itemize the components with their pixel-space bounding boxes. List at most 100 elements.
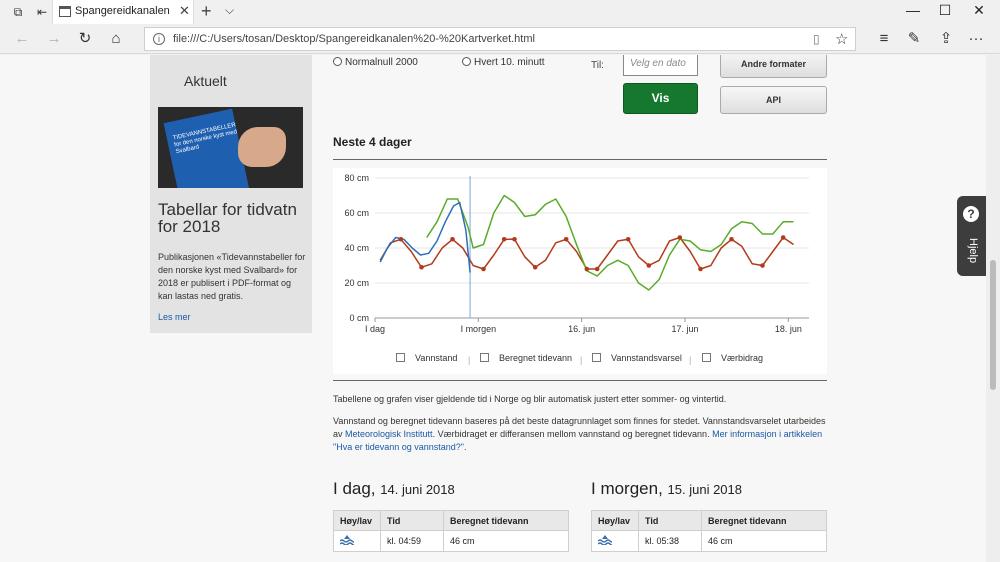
api-button[interactable]: API <box>720 86 827 114</box>
y-tick-label: 40 cm <box>344 243 369 253</box>
forward-icon[interactable]: → <box>44 29 64 49</box>
page-scrollbar[interactable] <box>986 55 1000 562</box>
tide-extreme-point <box>501 236 507 242</box>
y-tick-label: 60 cm <box>344 208 369 218</box>
url-text[interactable]: file:///C:/Users/tosan/Desktop/Spangerei… <box>173 33 535 45</box>
reading-view-icon[interactable]: ▯ <box>813 32 820 46</box>
legend-separator: | <box>468 355 471 365</box>
favorite-star-icon[interactable]: ☆ <box>835 30 848 48</box>
high-tide-cell <box>333 530 381 552</box>
high-tide-icon <box>339 535 356 546</box>
legend-label: Værbidrag <box>721 353 764 363</box>
tab-close-icon[interactable]: ✕ <box>179 3 190 19</box>
x-tick-label: 18. jun <box>775 324 802 334</box>
share-icon[interactable]: ⇪ <box>936 29 956 49</box>
site-info-icon[interactable]: i <box>153 33 165 45</box>
data-basis-text: Vannstand og beregnet tidevann baseres p… <box>333 415 827 454</box>
radio-button[interactable] <box>333 57 342 66</box>
radio-interval[interactable]: Hvert 10. minutt <box>462 57 545 68</box>
to-date-label: Til: <box>591 60 604 71</box>
scrollbar-thumb[interactable] <box>990 260 996 390</box>
radio-label: Normalnull 2000 <box>345 57 418 68</box>
section-title: Neste 4 dager <box>333 135 412 149</box>
tab-dropdown-icon[interactable]: ⌵ <box>225 3 234 18</box>
address-bar[interactable]: i file:///C:/Users/tosan/Desktop/Spanger… <box>144 27 856 51</box>
back-icon[interactable]: ← <box>12 29 32 49</box>
time-cell: kl. 04:59 <box>380 530 444 552</box>
news-text: Publikasjonen «Tidevannstabeller for den… <box>158 252 306 301</box>
home-icon[interactable]: ⌂ <box>106 29 126 49</box>
legend-separator: | <box>580 355 583 365</box>
legend-varsel[interactable]: Vannstandsvarsel <box>592 353 682 363</box>
new-tab-icon[interactable]: + <box>201 1 212 22</box>
met-institute-link[interactable]: Meteorologisk Institutt <box>345 429 433 439</box>
col-tide: Beregnet tidevann <box>701 510 827 531</box>
browser-tab[interactable]: Spangereidkanalen - Ka ✕ <box>52 0 194 24</box>
hub-icon[interactable]: ≡ <box>874 29 894 49</box>
legend-checkbox[interactable] <box>396 353 405 362</box>
y-tick-label: 20 cm <box>344 278 369 288</box>
tide-value-cell: 46 cm <box>443 530 569 552</box>
legend-checkbox[interactable] <box>592 353 601 362</box>
tide-extreme-point <box>646 263 652 268</box>
tide-extreme-point <box>729 236 734 242</box>
x-tick-label: 16. jun <box>568 324 595 334</box>
navigation-bar: ← → ↻ ⌂ i file:///C:/Users/tosan/Desktop… <box>0 24 1000 54</box>
tide-value-cell: 46 cm <box>701 530 827 552</box>
tomorrow-title: I morgen, <box>591 479 663 498</box>
maximize-icon[interactable]: ☐ <box>930 2 960 19</box>
help-label: Hjelp <box>967 238 979 264</box>
legend-vaerbidrag[interactable]: Værbidrag <box>702 353 763 363</box>
minimize-icon[interactable]: — <box>898 2 928 18</box>
legend-label: Beregnet tidevann <box>499 353 573 363</box>
tide-prediction-line <box>379 236 794 270</box>
show-button[interactable]: Vis <box>623 83 698 114</box>
y-tick-label: 0 cm <box>349 313 369 323</box>
table-row: kl. 05:38 46 cm <box>591 530 827 552</box>
tide-extreme-point <box>698 266 703 272</box>
today-title: I dag, <box>333 479 376 498</box>
tab-actions-icon[interactable]: ⧉ <box>10 4 26 20</box>
legend-separator: | <box>689 355 692 365</box>
more-icon[interactable]: ··· <box>966 29 986 49</box>
sidebar-heading: Aktuelt <box>184 73 227 89</box>
high-tide-icon <box>597 535 614 546</box>
tab-title: Spangereidkanalen - Ka <box>75 5 173 17</box>
web-note-icon[interactable]: ✎ <box>904 29 924 49</box>
help-tab[interactable]: ? Hjelp <box>957 196 986 276</box>
x-tick-label: 17. jun <box>671 324 698 334</box>
set-tabs-aside-icon[interactable]: ⇤ <box>34 4 50 20</box>
text-segment: . <box>463 442 467 452</box>
tomorrow-date: 15. juni 2018 <box>667 482 742 497</box>
radio-button[interactable] <box>462 57 471 66</box>
legend-beregnet[interactable]: Beregnet tidevann <box>480 353 572 363</box>
tide-extreme-point <box>419 264 424 270</box>
tide-extreme-point <box>594 266 600 272</box>
time-info-text: Tabellene og grafen viser gjeldende tid … <box>333 394 727 404</box>
table-header-row: Høy/lav Tid Beregnet tidevann <box>333 510 569 531</box>
refresh-icon[interactable]: ↻ <box>75 29 95 49</box>
radio-normalnull[interactable]: Normalnull 2000 <box>333 57 418 68</box>
col-time: Tid <box>380 510 444 531</box>
legend-vannstand[interactable]: Vannstand <box>396 353 457 363</box>
close-window-icon[interactable]: ✕ <box>964 2 994 19</box>
text-segment: . Værbidraget er differansen mellom vann… <box>432 429 713 439</box>
page-favicon-icon <box>59 6 71 17</box>
tide-extreme-point <box>584 266 590 272</box>
other-formats-button[interactable]: Andre formater <box>720 55 827 78</box>
radio-label: Hvert 10. minutt <box>474 57 545 68</box>
tide-tables-book-image: TIDEVANNSTABELLER for den norske kyst me… <box>158 107 303 188</box>
news-title: Tabellar for tidvatn for 2018 <box>158 200 297 236</box>
tomorrow-table: Høy/lav Tid Beregnet tidevann kl. 05:38 … <box>591 510 827 552</box>
tide-extreme-point <box>398 236 404 242</box>
table-header-row: Høy/lav Tid Beregnet tidevann <box>591 510 827 531</box>
legend-checkbox[interactable] <box>702 353 711 362</box>
tide-chart: 0 cm 20 cm 40 cm 60 cm 80 cm I dag I morgen 16.… <box>333 168 827 374</box>
read-more-link[interactable]: Les mer <box>158 312 191 322</box>
divider <box>333 159 827 160</box>
table-row: kl. 04:59 46 cm <box>333 530 569 552</box>
tomorrow-heading: I morgen, 15. juni 2018 <box>591 479 742 499</box>
tide-extreme-point <box>625 236 631 242</box>
legend-checkbox[interactable] <box>480 353 489 362</box>
to-date-input[interactable]: Velg en dato <box>623 55 698 76</box>
